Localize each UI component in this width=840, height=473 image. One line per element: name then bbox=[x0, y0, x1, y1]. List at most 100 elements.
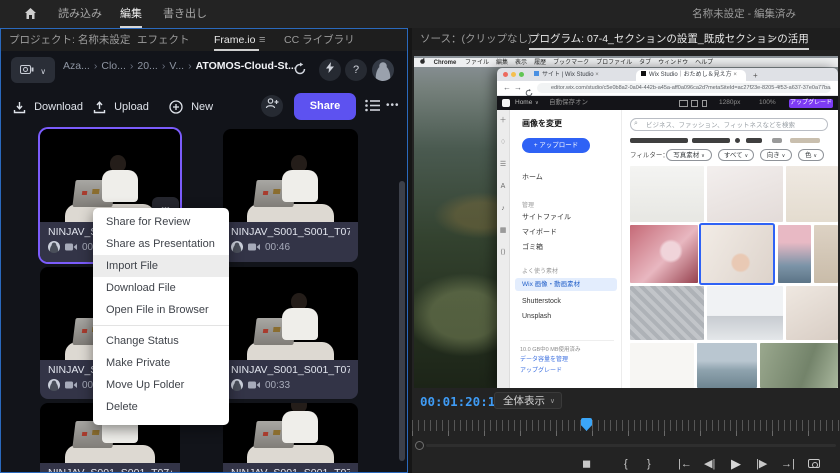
mark-in-button[interactable]: { bbox=[624, 456, 628, 472]
project-title: 名称未設定 - 編集済み bbox=[692, 8, 796, 20]
tab-edit[interactable]: 編集 bbox=[120, 0, 142, 28]
camera-to-cloud-icon[interactable] bbox=[319, 59, 341, 81]
wix-section-manage: 管理 bbox=[522, 203, 535, 209]
menu-item-download-file[interactable]: Download File bbox=[93, 277, 229, 299]
tab-export[interactable]: 書き出し bbox=[163, 0, 207, 28]
video-camera-icon bbox=[65, 243, 77, 251]
stock-photo-gallery bbox=[630, 166, 704, 222]
vertical-scrollbar[interactable] bbox=[399, 181, 405, 461]
playhead-timecode[interactable]: 00:01:20:14 bbox=[420, 394, 503, 409]
menu-item-share-for-review[interactable]: Share for Review bbox=[93, 211, 229, 233]
clip-card[interactable]: NINJAV_S001_S001_T073... bbox=[223, 403, 358, 472]
chevron-right-icon: › bbox=[93, 60, 98, 72]
wix-nav-home: ホーム bbox=[522, 174, 543, 181]
wix-zoom-level: 100% bbox=[759, 99, 776, 106]
upload-button[interactable]: Upload bbox=[93, 95, 149, 119]
stock-photo-shrine bbox=[760, 343, 838, 388]
menu-item-share-as-presentation[interactable]: Share as Presentation bbox=[93, 233, 229, 255]
macos-menu-bar: Chrome ファイル 編集 表示 履歴 ブックマーク プロファイル タブ ウィンドウ ヘルプ bbox=[414, 58, 838, 67]
browser-toolbar: ← → editor.wix.com/studio/c5e0b8a2-0a04-… bbox=[497, 81, 838, 97]
uploader-avatar bbox=[231, 379, 243, 391]
account-avatar[interactable] bbox=[372, 59, 394, 81]
clip-duration: 00:46 bbox=[265, 241, 291, 253]
breadcrumb-current: ATOMOS-Cloud-St... bbox=[195, 60, 297, 72]
uploader-avatar bbox=[48, 241, 60, 253]
add-collaborator-icon[interactable] bbox=[261, 95, 283, 117]
chevron-right-icon: › bbox=[161, 60, 166, 72]
wix-filter-orientation: 向き ∨ bbox=[760, 149, 792, 161]
breadcrumb[interactable]: Aza... › Clo... › 20... › V... › ATOMOS-Cloud-St… bbox=[63, 60, 297, 72]
mark-out-button[interactable]: } bbox=[647, 456, 651, 472]
wix-logo bbox=[502, 99, 510, 107]
wix-media-manager: ＋ ♢ ☰ A ♪ ▦ ⟨⟩ 画像を変更 + アップロード ホーム 管理 サイトファイル マ… bbox=[497, 110, 838, 388]
tab-frameio[interactable]: Frame.io bbox=[214, 29, 260, 51]
clip-card[interactable]: NINJAV_S001_S001_T077... 00:46 bbox=[223, 129, 358, 262]
video-camera-icon bbox=[65, 381, 77, 389]
chrome-window: サイト | Wix Studio × Wix Studio｜おためし＆見え方 ×… bbox=[497, 68, 838, 388]
menu-item-open-file-in-browser[interactable]: Open File in Browser bbox=[93, 299, 229, 321]
tab-program-monitor[interactable]: プログラム: 07-4_セクションの設置_既成セクションの活用 bbox=[529, 28, 809, 50]
step-back-button[interactable]: ◀| bbox=[704, 456, 715, 472]
uploader-avatar bbox=[48, 379, 60, 391]
menu-item-delete[interactable]: Delete bbox=[93, 396, 229, 418]
video-camera-icon bbox=[248, 381, 260, 389]
tab-project[interactable]: プロジェクト: 名称未設定 bbox=[9, 29, 130, 51]
wix-upload-button: + アップロード bbox=[522, 138, 590, 153]
tab-import[interactable]: 読み込み bbox=[58, 0, 102, 28]
video-camera-icon bbox=[248, 243, 260, 251]
step-forward-button[interactable]: |▶ bbox=[756, 456, 767, 472]
mac-minimize-icon bbox=[511, 72, 516, 77]
panel-menu-icon[interactable]: ≡ bbox=[768, 33, 774, 45]
stock-photo-floor-aerial bbox=[630, 286, 704, 340]
apple-icon bbox=[420, 58, 425, 66]
wix-search-input: ビジネス、ファッション、フィットネスなどを検索 bbox=[630, 118, 828, 131]
go-to-out-button[interactable]: →| bbox=[781, 456, 795, 472]
horizontal-scrollbar[interactable] bbox=[426, 444, 836, 447]
wix-autosave-status: 自動保存オン bbox=[549, 99, 588, 106]
stock-photo-bedroom bbox=[786, 286, 838, 340]
wix-nav-wix-media: Wix 画像・動画素材 bbox=[515, 278, 617, 291]
wix-filter-color: 色 ∨ bbox=[798, 149, 824, 161]
wix-tool-rail: ＋ ♢ ☰ A ♪ ▦ ⟨⟩ bbox=[497, 110, 510, 388]
share-button[interactable]: Share bbox=[294, 93, 356, 120]
menu-item-move-up-folder[interactable]: Move Up Folder bbox=[93, 374, 229, 396]
wix-filter-all: すべて ∨ bbox=[718, 149, 754, 161]
wix-favicon bbox=[641, 71, 646, 76]
forward-icon: → bbox=[514, 83, 522, 92]
stock-photo-white bbox=[630, 343, 694, 388]
go-to-in-button[interactable]: |← bbox=[678, 456, 692, 472]
scrollbar-endcap[interactable] bbox=[415, 441, 424, 450]
export-frame-button[interactable] bbox=[808, 459, 820, 468]
site-favicon bbox=[534, 71, 539, 76]
clip-card[interactable]: NINJAV_S001_S001_T075... 00:33 bbox=[223, 267, 358, 399]
wix-editor-topbar: Home ∨ 自動保存オン 1280px 100% アップグレード bbox=[497, 96, 838, 110]
menu-item-make-private[interactable]: Make Private bbox=[93, 352, 229, 374]
list-view-icon[interactable] bbox=[365, 99, 380, 117]
stock-photo-interior bbox=[707, 166, 783, 222]
zoom-level-select[interactable]: 全体表示 ∨ bbox=[494, 392, 562, 409]
program-monitor-video: Chrome ファイル 編集 表示 履歴 ブックマーク プロファイル タブ ウィンドウ ヘルプ … bbox=[414, 56, 838, 388]
download-button[interactable]: Download bbox=[13, 95, 83, 119]
stock-photo-mountain bbox=[697, 343, 757, 388]
add-marker-button[interactable]: ◼ bbox=[582, 456, 591, 472]
tab-effects[interactable]: エフェクト bbox=[137, 29, 190, 51]
menu-item-change-status[interactable]: Change Status bbox=[93, 330, 229, 352]
panel-menu-icon[interactable]: ≡ bbox=[259, 34, 265, 46]
project-switcher-button[interactable]: ∨ bbox=[11, 57, 55, 83]
browser-tab: サイト | Wix Studio × bbox=[529, 70, 633, 81]
refresh-icon[interactable] bbox=[293, 62, 307, 81]
chevron-down-icon: ∨ bbox=[40, 67, 47, 76]
help-icon[interactable]: ? bbox=[345, 59, 367, 81]
wix-filter-label: フィルター： bbox=[630, 152, 669, 159]
play-button[interactable]: ▶ bbox=[731, 456, 741, 472]
tab-source-monitor[interactable]: ソース：(クリップなし) bbox=[420, 28, 531, 50]
stock-photo-lake bbox=[778, 225, 811, 283]
more-options-icon[interactable]: ••• bbox=[386, 100, 400, 111]
new-button[interactable]: New bbox=[169, 95, 213, 119]
home-icon[interactable] bbox=[24, 7, 37, 25]
menu-item-import-file[interactable]: Import File bbox=[93, 255, 229, 277]
uploader-avatar bbox=[231, 241, 243, 253]
clip-duration: 00:33 bbox=[265, 379, 291, 391]
clip-thumbnail bbox=[223, 129, 358, 222]
tab-cc-libraries[interactable]: CC ライブラリ bbox=[284, 29, 355, 51]
